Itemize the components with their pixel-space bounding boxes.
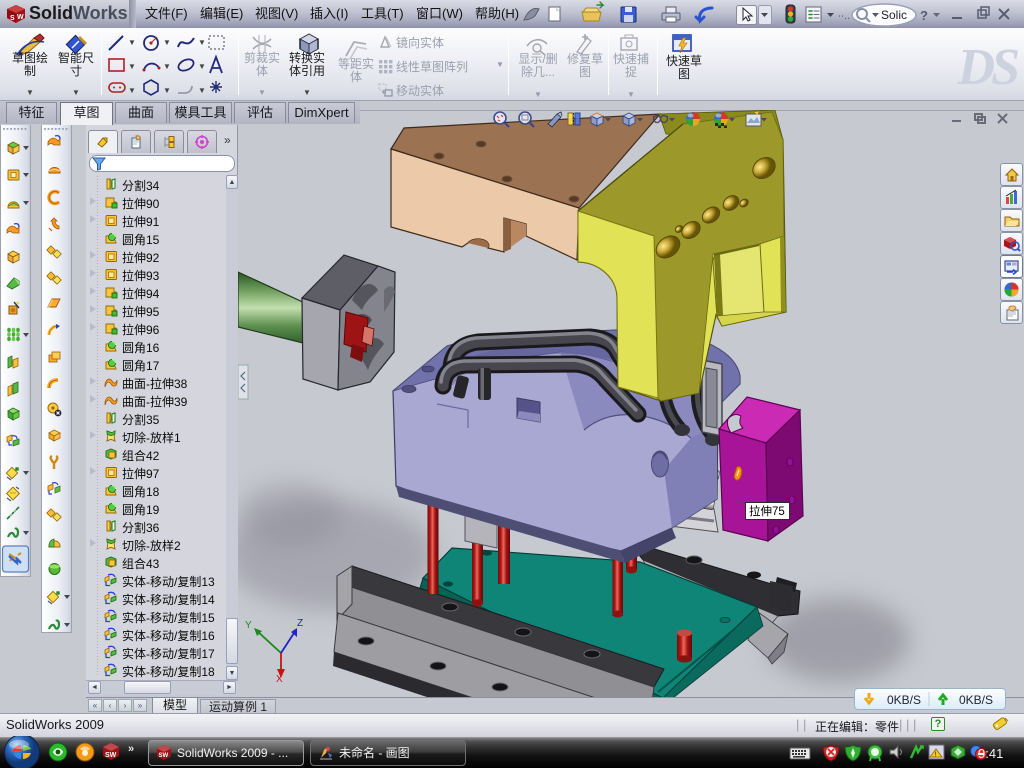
svg-text:Z: Z: [297, 618, 303, 629]
svg-text:∙∙..: ∙∙..: [838, 10, 850, 22]
svg-text:!: !: [935, 752, 937, 759]
svg-text:Y: Y: [245, 620, 252, 631]
svg-text:»: »: [128, 743, 134, 755]
svg-text:0KB/S: 0KB/S: [887, 693, 921, 707]
svg-text:Solic: Solic: [881, 8, 907, 22]
svg-text:0KB/S: 0KB/S: [959, 693, 993, 707]
svg-text:9:41: 9:41: [978, 746, 1003, 761]
svg-text:?: ?: [920, 8, 928, 23]
svg-text:SW: SW: [159, 753, 169, 759]
svg-text:X: X: [276, 674, 283, 685]
svg-text:SW: SW: [105, 752, 117, 759]
svg-text:拉伸75: 拉伸75: [749, 504, 785, 518]
